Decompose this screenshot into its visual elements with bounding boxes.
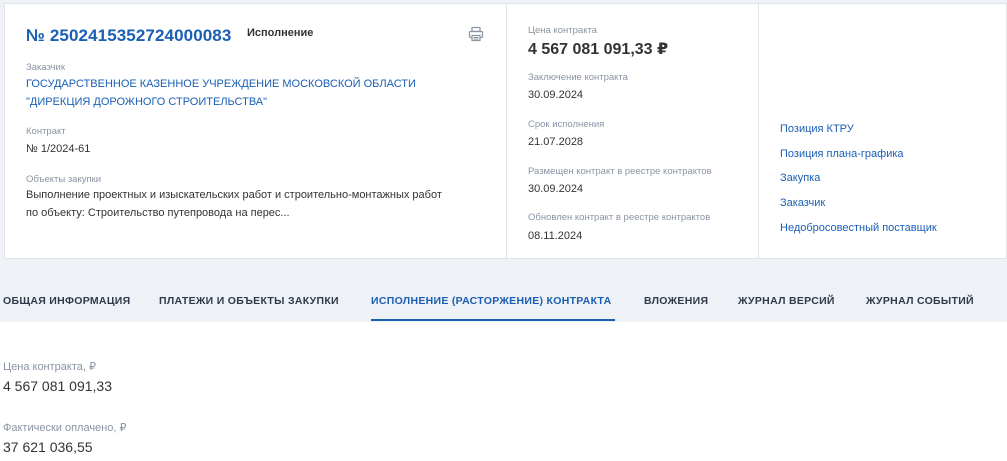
price-label: Цена контракта [528, 25, 597, 36]
contract-card: № 2502415352724000083 Исполнение Заказчи… [4, 3, 1007, 259]
conclusion-value: 30.09.2024 [528, 89, 584, 101]
link-plan-position[interactable]: Позиция плана-графика [780, 148, 904, 160]
updated-label: Обновлен контракт в реестре контрактов [528, 212, 711, 223]
exec-price-label: Цена контракта, ₽ [3, 361, 96, 373]
active-tab-indicator [371, 319, 615, 321]
customer-link-line1[interactable]: ГОСУДАРСТВЕННОЕ КАЗЕННОЕ УЧРЕЖДЕНИЕ МОСК… [26, 75, 416, 93]
conclusion-label: Заключение контракта [528, 72, 628, 83]
contract-value: № 1/2024-61 [26, 143, 91, 155]
contract-reg-number[interactable]: № 2502415352724000083 [26, 26, 231, 46]
customer-link-line2[interactable]: "ДИРЕКЦИЯ ДОРОЖНОГО СТРОИТЕЛЬСТВА" [26, 93, 267, 111]
related-links: Позиция КТРУ Позиция плана-графика Закуп… [759, 4, 1006, 258]
updated-value: 08.11.2024 [528, 230, 583, 242]
customer-label: Заказчик [26, 62, 66, 73]
tab-execution[interactable]: ИСПОЛНЕНИЕ (РАСТОРЖЕНИЕ) КОНТРАКТА [371, 295, 611, 307]
link-unfair-supplier[interactable]: Недобросовестный поставщик [780, 222, 937, 234]
status-badge: Исполнение [247, 27, 314, 39]
tab-bar: ОБЩАЯ ИНФОРМАЦИЯ ПЛАТЕЖИ И ОБЪЕКТЫ ЗАКУП… [0, 262, 1007, 322]
link-ktru[interactable]: Позиция КТРУ [780, 123, 854, 135]
contract-label: Контракт [26, 126, 66, 137]
price-value: 4 567 081 091,33 ₽ [528, 41, 669, 58]
contract-details: Цена контракта 4 567 081 091,33 ₽ Заключ… [507, 4, 759, 258]
printer-icon[interactable] [468, 26, 484, 42]
tab-attachments[interactable]: ВЛОЖЕНИЯ [644, 295, 708, 307]
placed-label: Размещен контракт в реестре контрактов [528, 166, 712, 177]
tab-payments[interactable]: ПЛАТЕЖИ И ОБЪЕКТЫ ЗАКУПКИ [159, 295, 339, 307]
exec-paid-label: Фактически оплачено, ₽ [3, 422, 127, 434]
term-label: Срок исполнения [528, 119, 605, 130]
objects-line2: по объекту: Строительство путепровода на… [26, 207, 290, 219]
exec-price-value: 4 567 081 091,33 [3, 378, 112, 394]
tab-general-info[interactable]: ОБЩАЯ ИНФОРМАЦИЯ [3, 295, 130, 307]
link-purchase[interactable]: Закупка [780, 172, 820, 184]
link-customer[interactable]: Заказчик [780, 197, 825, 209]
tab-event-log[interactable]: ЖУРНАЛ СОБЫТИЙ [866, 295, 974, 307]
term-value: 21.07.2028 [528, 136, 584, 148]
contract-main-info: № 2502415352724000083 Исполнение Заказчи… [5, 4, 507, 258]
exec-paid-value: 37 621 036,55 [3, 439, 93, 455]
objects-label: Объекты закупки [26, 174, 102, 185]
execution-content: Цена контракта, ₽ 4 567 081 091,33 Факти… [0, 322, 1007, 461]
tab-version-log[interactable]: ЖУРНАЛ ВЕРСИЙ [738, 295, 835, 307]
placed-value: 30.09.2024 [528, 183, 584, 195]
objects-line1: Выполнение проектных и изыскательских ра… [26, 189, 442, 201]
